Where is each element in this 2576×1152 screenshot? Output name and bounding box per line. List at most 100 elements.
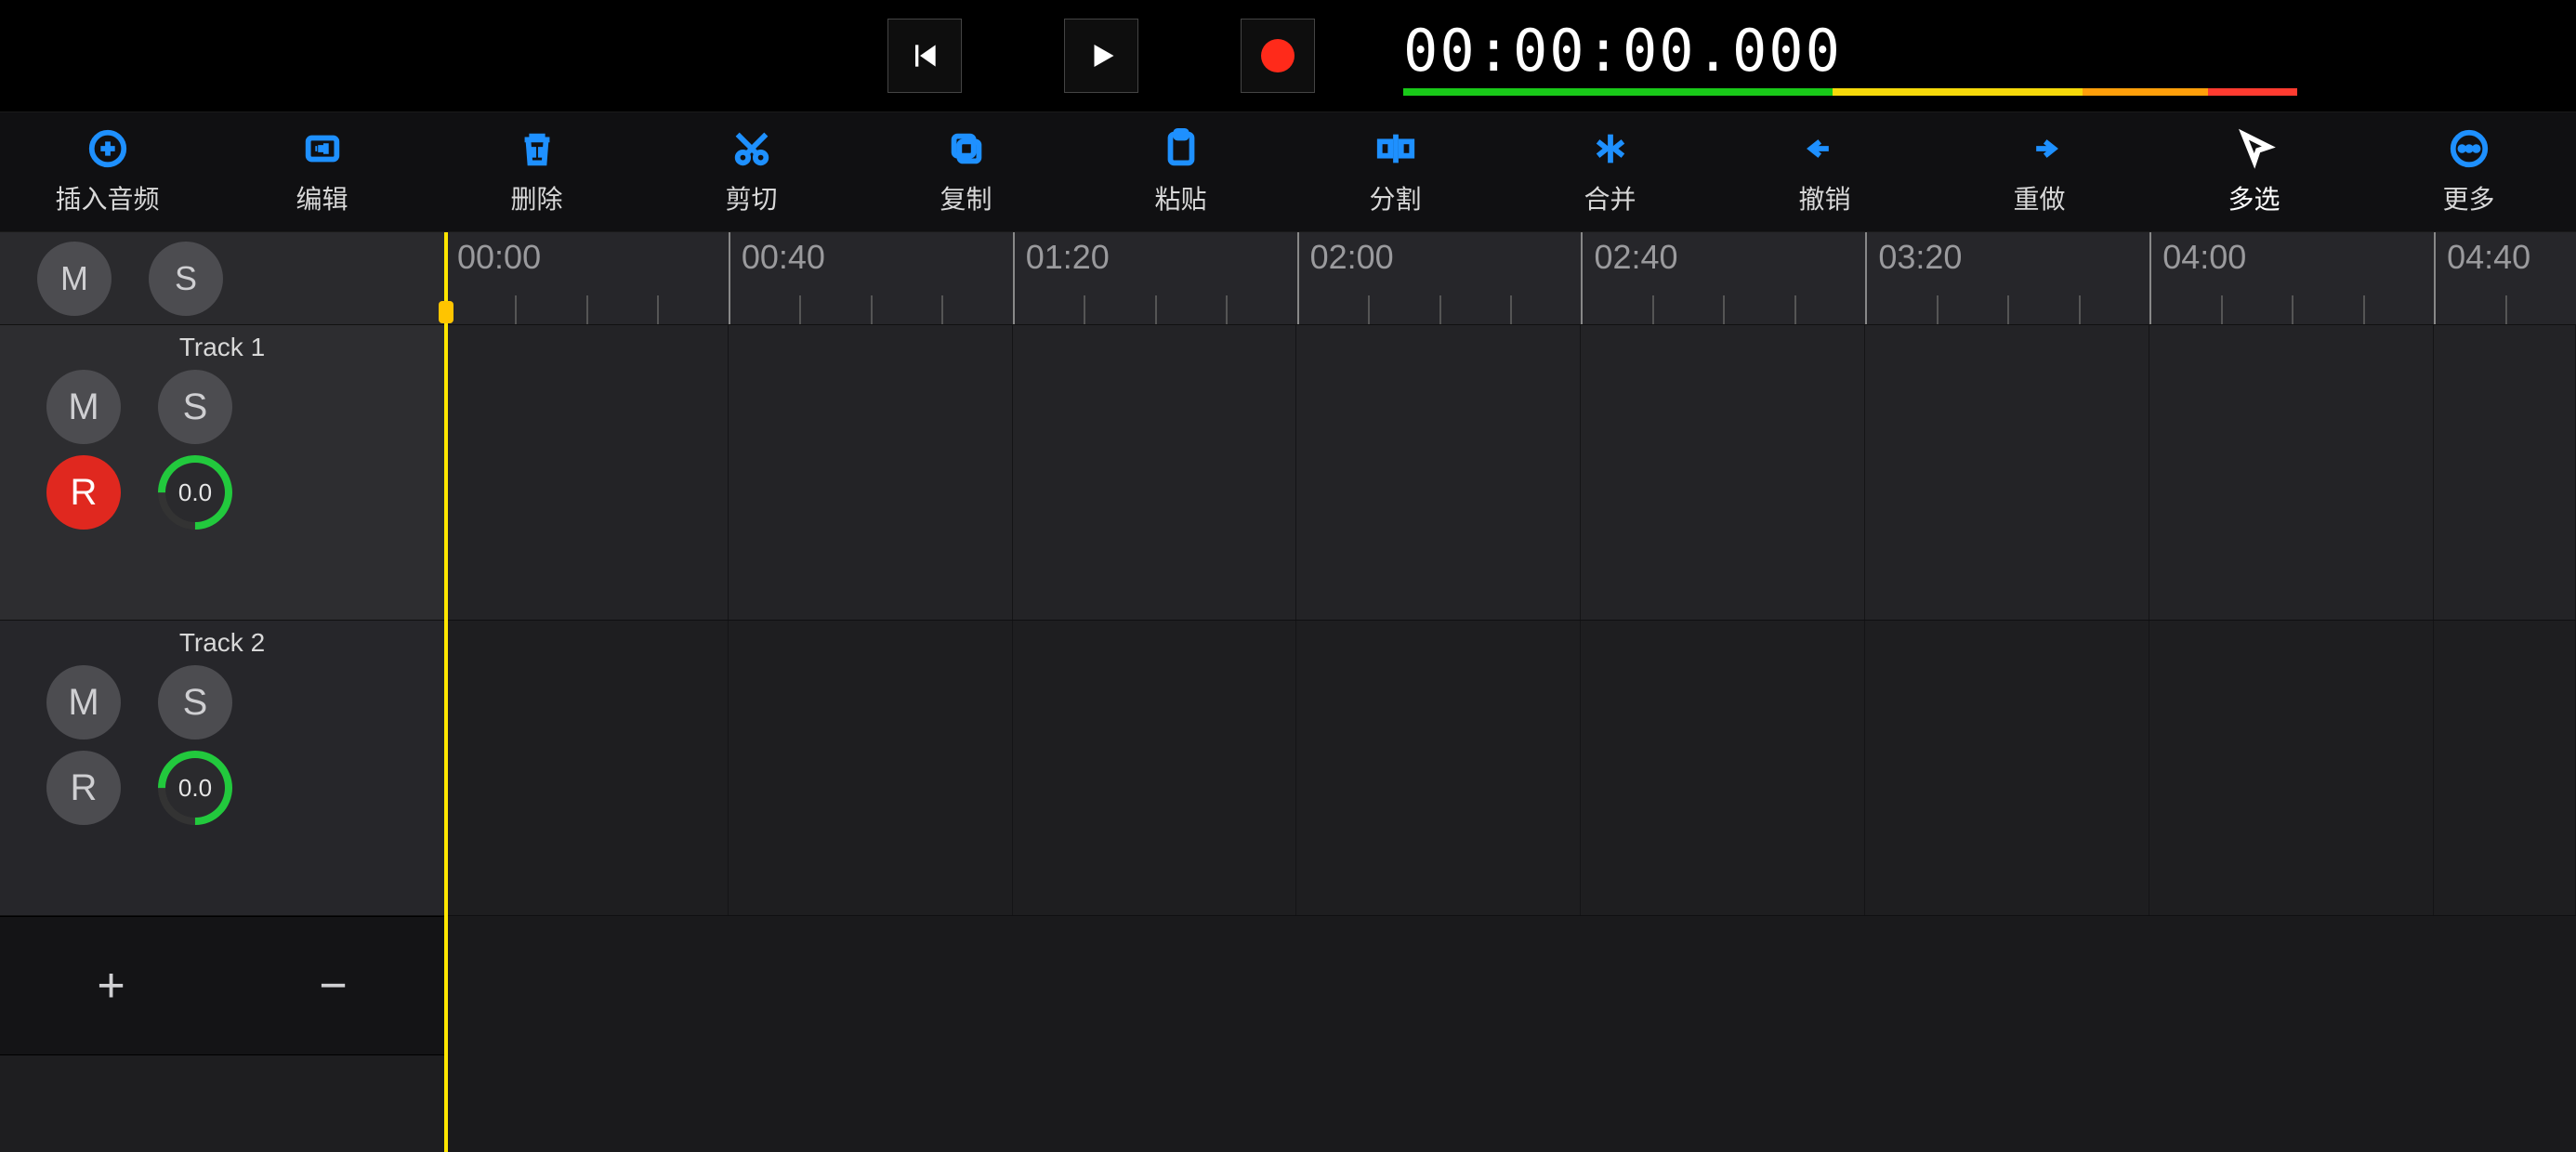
undo-icon: [1804, 127, 1847, 170]
ruler-label: 02:00: [1310, 238, 1394, 277]
split-button[interactable]: 分割: [1288, 112, 1503, 231]
action-label: 分割: [1369, 179, 1421, 216]
insert-audio-button[interactable]: 插入音频: [0, 112, 215, 231]
redo-button[interactable]: 重做: [1932, 112, 2147, 231]
ruler-minor-tick: [1794, 295, 1796, 325]
share-button[interactable]: [2334, 0, 2576, 111]
track-lane[interactable]: [444, 621, 2576, 916]
ruler-minor-tick: [1084, 295, 1085, 325]
ruler-minor-tick: [1439, 295, 1441, 325]
track-header[interactable]: Track 2 M S R 0.0: [0, 621, 444, 916]
add-track-button[interactable]: +: [97, 958, 125, 1014]
track-add-remove-row: + −: [0, 916, 444, 1055]
ruler-minor-tick: [871, 295, 873, 325]
save-icon: [112, 28, 167, 84]
undo-button[interactable]: 撤销: [1717, 112, 1932, 231]
track-gain-knob[interactable]: 0.0: [158, 751, 232, 825]
ruler-label: 04:40: [2447, 238, 2530, 277]
ruler-minor-tick: [657, 295, 659, 325]
ruler-minor-tick: [799, 295, 801, 325]
ruler-minor-tick: [2221, 295, 2223, 325]
headphones-icon: [664, 28, 729, 84]
merge-button[interactable]: 合并: [1503, 112, 1717, 231]
play-button[interactable]: [1013, 0, 1189, 111]
remove-track-button[interactable]: −: [319, 958, 347, 1014]
track-record-arm-button[interactable]: R: [46, 751, 121, 825]
action-label: 删除: [510, 179, 562, 216]
paste-button[interactable]: 粘贴: [1073, 112, 1288, 231]
gain-value: 0.0: [178, 774, 212, 803]
ruler-label: 00:00: [457, 238, 541, 277]
track-lane[interactable]: [444, 325, 2576, 621]
time-display: 00:00:00.000: [1366, 0, 2334, 111]
ruler-label: 02:40: [1594, 238, 1677, 277]
cut-button[interactable]: 剪切: [644, 112, 859, 231]
master-mute-button[interactable]: M: [37, 242, 112, 316]
action-label: 编辑: [296, 179, 348, 216]
track-mute-button[interactable]: M: [46, 370, 121, 444]
ruler-label: 00:40: [742, 238, 825, 277]
copy-icon: [945, 127, 988, 170]
action-label: 复制: [940, 179, 992, 216]
skip-start-icon: [906, 37, 943, 74]
ruler-label: 03:20: [1878, 238, 1962, 277]
sliders-icon: [390, 28, 446, 84]
scissors-icon: [730, 127, 773, 170]
action-label: 更多: [2442, 179, 2494, 216]
timeline-content[interactable]: 00:0000:4001:2002:0002:4003:2004:0004:40: [444, 232, 2576, 1152]
ruler-minor-tick: [1652, 295, 1654, 325]
gain-value: 0.0: [178, 478, 212, 507]
save-button[interactable]: [0, 0, 279, 111]
play-icon: [1084, 39, 1118, 72]
playhead[interactable]: [444, 232, 448, 1152]
ruler-minor-tick: [2007, 295, 2009, 325]
playhead-handle-icon: [439, 301, 453, 323]
go-to-start-button[interactable]: [836, 0, 1013, 111]
mixer-button[interactable]: [279, 0, 558, 111]
timeline-empty-area: [444, 916, 2576, 1152]
track-header-column: M S Track 1 M S R 0.0 Track 2 M S: [0, 232, 444, 1152]
monitor-button[interactable]: [558, 0, 836, 111]
ruler-major-tick: 02:00: [1297, 232, 1299, 324]
ruler-minor-tick: [2505, 295, 2507, 325]
more-icon: [2448, 127, 2491, 170]
waveform-icon: [301, 127, 344, 170]
action-bar: 插入音频 编辑 删除 剪切 复制 粘贴 分割: [0, 111, 2576, 232]
ruler-major-tick: 04:40: [2434, 232, 2436, 324]
ruler-minor-tick: [941, 295, 943, 325]
multiselect-button[interactable]: 多选: [2147, 112, 2361, 231]
time-ruler[interactable]: 00:0000:4001:2002:0002:4003:2004:0004:40: [444, 232, 2576, 325]
track-mute-button[interactable]: M: [46, 665, 121, 740]
ruler-minor-tick: [1723, 295, 1725, 325]
ruler-label: 04:00: [2162, 238, 2246, 277]
track-name: Track 2: [19, 628, 426, 658]
merge-icon: [1589, 127, 1632, 170]
track-solo-button[interactable]: S: [158, 370, 232, 444]
ruler-minor-tick: [2363, 295, 2365, 325]
ruler-major-tick: 00:40: [729, 232, 730, 324]
ruler-major-tick: 02:40: [1581, 232, 1583, 324]
ruler-major-tick: 03:20: [1865, 232, 1867, 324]
action-label: 粘贴: [1154, 179, 1206, 216]
edit-button[interactable]: 编辑: [215, 112, 429, 231]
track-solo-button[interactable]: S: [158, 665, 232, 740]
track-header-empty: [0, 1055, 444, 1152]
timeline-area: M S Track 1 M S R 0.0 Track 2 M S: [0, 232, 2576, 1152]
track-header[interactable]: Track 1 M S R 0.0: [0, 325, 444, 621]
track-name: Track 1: [19, 333, 426, 362]
action-label: 合并: [1584, 179, 1636, 216]
track-gain-knob[interactable]: 0.0: [158, 455, 232, 530]
ruler-minor-tick: [1510, 295, 1512, 325]
share-icon: [2427, 28, 2483, 84]
record-icon: [1261, 39, 1295, 72]
record-button[interactable]: [1189, 0, 1366, 111]
ruler-minor-tick: [1368, 295, 1370, 325]
copy-button[interactable]: 复制: [859, 112, 1073, 231]
track-record-arm-button[interactable]: R: [46, 455, 121, 530]
ruler-minor-tick: [1226, 295, 1228, 325]
redo-icon: [2018, 127, 2061, 170]
plus-circle-icon: [86, 127, 129, 170]
more-button[interactable]: 更多: [2361, 112, 2576, 231]
delete-button[interactable]: 删除: [429, 112, 644, 231]
master-solo-button[interactable]: S: [149, 242, 223, 316]
